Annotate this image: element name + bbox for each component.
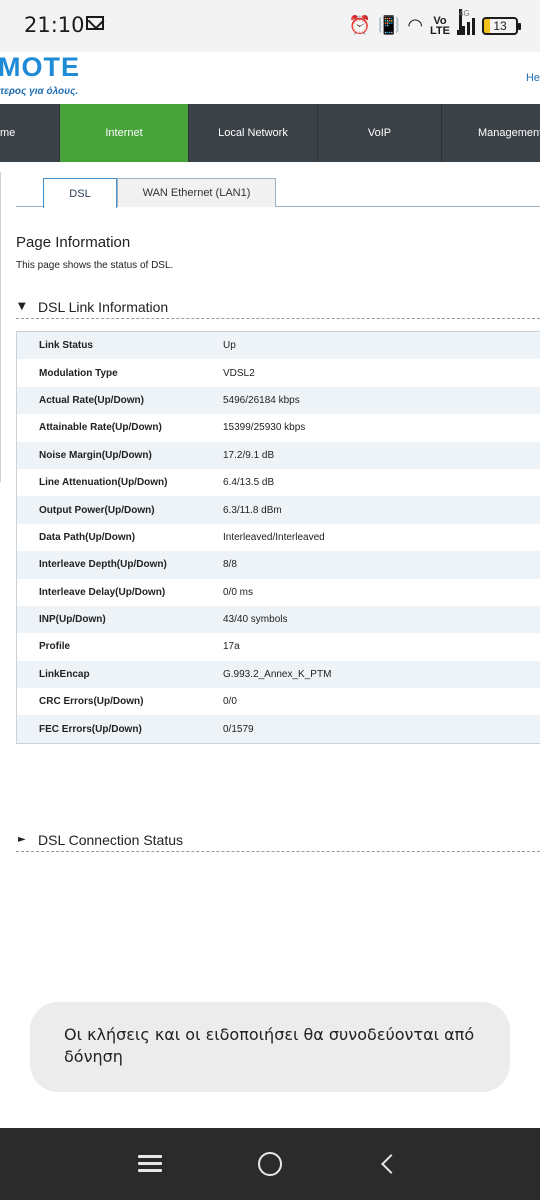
help-link[interactable]: He <box>526 72 540 84</box>
battery-icon: 13 <box>482 17 521 35</box>
site-header: ΜΟΤΕ τερος για όλους. He <box>0 52 540 104</box>
row-label: Link Status <box>39 340 93 352</box>
tab-label: WAN Ethernet (LAN1) <box>142 187 251 199</box>
gmail-notification-icon <box>86 16 104 30</box>
nav-item-label: me <box>0 127 16 139</box>
recent-apps-icon[interactable] <box>138 1155 162 1173</box>
row-value: 0/1579 <box>223 723 254 735</box>
row-value: 6.3/11.8 dBm <box>223 504 282 516</box>
tab-label: DSL <box>69 187 91 200</box>
table-row: Link Status Up <box>17 332 540 360</box>
row-value: G.993.2_Annex_K_PTM <box>223 668 332 680</box>
table-row: Interleave Delay(Up/Down) 0/0 ms <box>17 578 540 606</box>
row-value: VDSL2 <box>223 367 255 379</box>
nav-item-home[interactable]: me <box>0 104 60 162</box>
volte-indicator: Vo LTE <box>430 16 450 37</box>
home-icon[interactable] <box>258 1152 282 1176</box>
nav-item-label: Management <box>478 127 540 139</box>
row-label: Profile <box>39 641 71 653</box>
system-navigation-bar <box>0 1128 540 1200</box>
row-label: CRC Errors(Up/Down) <box>39 696 144 708</box>
row-value: 6.4/13.5 dB <box>223 477 275 489</box>
nav-item-voip[interactable]: VoIP <box>318 104 442 162</box>
signal-icon: 4G <box>457 9 475 35</box>
tab-bar: DSL WAN Ethernet (LAN1) <box>16 178 540 208</box>
table-row: Attainable Rate(Up/Down) 15399/25930 kbps <box>17 414 540 442</box>
section-dsl-connection-status[interactable]: ► DSL Connection Status <box>16 828 540 852</box>
status-time: 21:10 <box>24 13 85 37</box>
row-value: 0/0 <box>223 696 237 708</box>
row-label: LinkEncap <box>39 668 90 680</box>
table-row: INP(Up/Down) 43/40 symbols <box>17 605 540 634</box>
table-row: Noise Margin(Up/Down) 17.2/9.1 dB <box>17 441 540 469</box>
row-label: Data Path(Up/Down) <box>39 531 136 543</box>
row-value: 5496/26184 kbps <box>223 394 300 406</box>
row-value: 15399/25930 kbps <box>223 422 306 434</box>
table-row: CRC Errors(Up/Down) 0/0 <box>17 688 540 716</box>
battery-level: 13 <box>493 19 507 33</box>
row-label: Modulation Type <box>39 367 118 379</box>
nav-item-label: Local Network <box>218 127 288 139</box>
nav-item-internet[interactable]: Internet <box>60 104 189 162</box>
collapse-arrow-icon: ▼ <box>18 301 26 312</box>
row-value: 17.2/9.1 dB <box>223 449 275 461</box>
row-label: INP(Up/Down) <box>39 614 106 626</box>
table-row: LinkEncap G.993.2_Annex_K_PTM <box>17 660 540 689</box>
section-title: DSL Connection Status <box>38 831 184 848</box>
back-icon[interactable] <box>381 1154 401 1174</box>
table-row: Actual Rate(Up/Down) 5496/26184 kbps <box>17 386 540 415</box>
table-row: Profile 17a <box>17 633 540 661</box>
table-row: FEC Errors(Up/Down) 0/1579 <box>17 715 540 743</box>
status-bar: 21:10 ⏰ 📳 ◠ Vo LTE 4G 13 <box>0 0 540 52</box>
toast-message: Οι κλήσεις και οι ειδοποιήσει θα συνοδεύ… <box>64 1025 475 1066</box>
brand-logo[interactable]: ΜΟΤΕ <box>0 52 80 83</box>
page-title: Page Information <box>16 234 131 251</box>
row-label: Actual Rate(Up/Down) <box>39 394 144 406</box>
volte-line2: LTE <box>430 25 450 37</box>
alarm-icon: ⏰ <box>348 15 371 36</box>
table-row: Modulation Type VDSL2 <box>17 359 540 387</box>
row-value: Up <box>223 340 236 352</box>
row-label: Output Power(Up/Down) <box>39 504 155 516</box>
nav-item-local-network[interactable]: Local Network <box>189 104 318 162</box>
table-row: Line Attenuation(Up/Down) 6.4/13.5 dB <box>17 468 540 497</box>
brand-tagline: τερος για όλους. <box>0 86 79 97</box>
row-value: 8/8 <box>223 559 237 571</box>
row-label: Attainable Rate(Up/Down) <box>39 422 162 434</box>
status-icons: ⏰ 📳 ◠ Vo LTE 4G 13 <box>348 9 521 40</box>
row-value: 43/40 symbols <box>223 614 288 626</box>
nav-item-label: VoIP <box>367 127 392 139</box>
main-nav: me Internet Local Network VoIP Managemen… <box>0 104 540 162</box>
page-description: This page shows the status of DSL. <box>16 260 174 271</box>
row-label: FEC Errors(Up/Down) <box>39 723 142 735</box>
row-value: 17a <box>223 641 240 653</box>
expand-arrow-icon: ► <box>18 834 26 845</box>
table-row: Interleave Depth(Up/Down) 8/8 <box>17 551 540 579</box>
nav-item-management[interactable]: Management <box>442 104 540 162</box>
table-row: Output Power(Up/Down) 6.3/11.8 dBm <box>17 496 540 524</box>
nav-item-label: Internet <box>105 127 143 139</box>
row-label: Interleave Depth(Up/Down) <box>39 559 167 571</box>
row-value: Interleaved/Interleaved <box>223 531 325 543</box>
row-label: Noise Margin(Up/Down) <box>39 449 152 461</box>
table-row: Data Path(Up/Down) Interleaved/Interleave… <box>17 523 540 552</box>
toast-notification: Οι κλήσεις και οι ειδοποιήσει θα συνοδεύ… <box>30 1002 510 1092</box>
section-dsl-link-information[interactable]: ▼ DSL Link Information <box>16 295 540 319</box>
wifi-icon: ◠ <box>407 15 424 36</box>
row-label: Line Attenuation(Up/Down) <box>39 477 168 489</box>
row-label: Interleave Delay(Up/Down) <box>39 586 166 598</box>
tab-wan-ethernet[interactable]: WAN Ethernet (LAN1) <box>117 178 276 207</box>
tab-dsl[interactable]: DSL <box>43 178 117 208</box>
row-value: 0/0 ms <box>223 586 254 598</box>
sidebar-divider <box>0 172 1 482</box>
section-title: DSL Link Information <box>38 298 169 315</box>
vibrate-icon: 📳 <box>377 15 401 36</box>
dsl-link-table: Link Status Up Modulation Type VDSL2 Actua… <box>16 331 540 744</box>
